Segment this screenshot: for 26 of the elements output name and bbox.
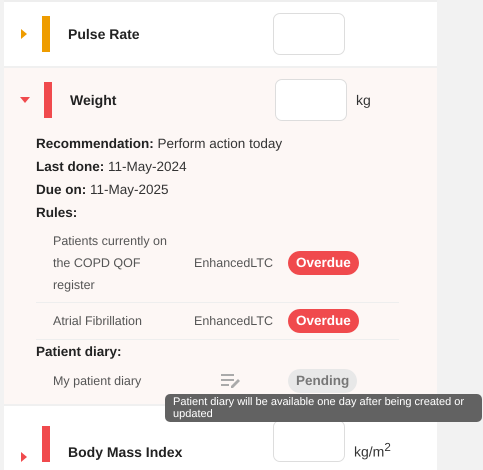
input-field[interactable] [273,420,345,462]
rule-source: EnhancedLTC [194,313,274,330]
metric-label: Pulse Rate [68,26,141,42]
status-badge: Overdue [288,309,359,333]
section-heading: Patient diary: [36,343,123,361]
metric-label: Body Mass Index [68,444,184,460]
rule-source: EnhancedLTC [194,255,274,272]
metric-label: Weight [70,92,118,108]
detail-line: Last done: 11-May-2024 [36,158,188,176]
rule-name: Patients currently on the COPD QOF register [53,233,168,294]
status-badge: Overdue [288,251,359,275]
status-badge: Pending [288,369,358,393]
section-heading: Rules: [36,204,78,222]
diary-name: My patient diary [53,373,142,390]
input-field[interactable] [273,13,345,55]
tooltip: Patient diary will be available one day after being created or updated [165,394,482,422]
unit-label: kg [356,92,371,108]
unit-label: kg/m$^{2}$ [354,441,391,460]
rule-name: Atrial Fibrillation [53,313,143,330]
caret-icon[interactable] [21,29,27,39]
input-field[interactable] [275,79,347,121]
caret-icon[interactable] [20,97,30,103]
caret-icon[interactable] [21,452,27,462]
detail-line: Recommendation: Perform action today [36,135,284,153]
detail-line: Due on: 11-May-2025 [36,181,170,199]
edit-notes-icon[interactable] [221,372,243,390]
